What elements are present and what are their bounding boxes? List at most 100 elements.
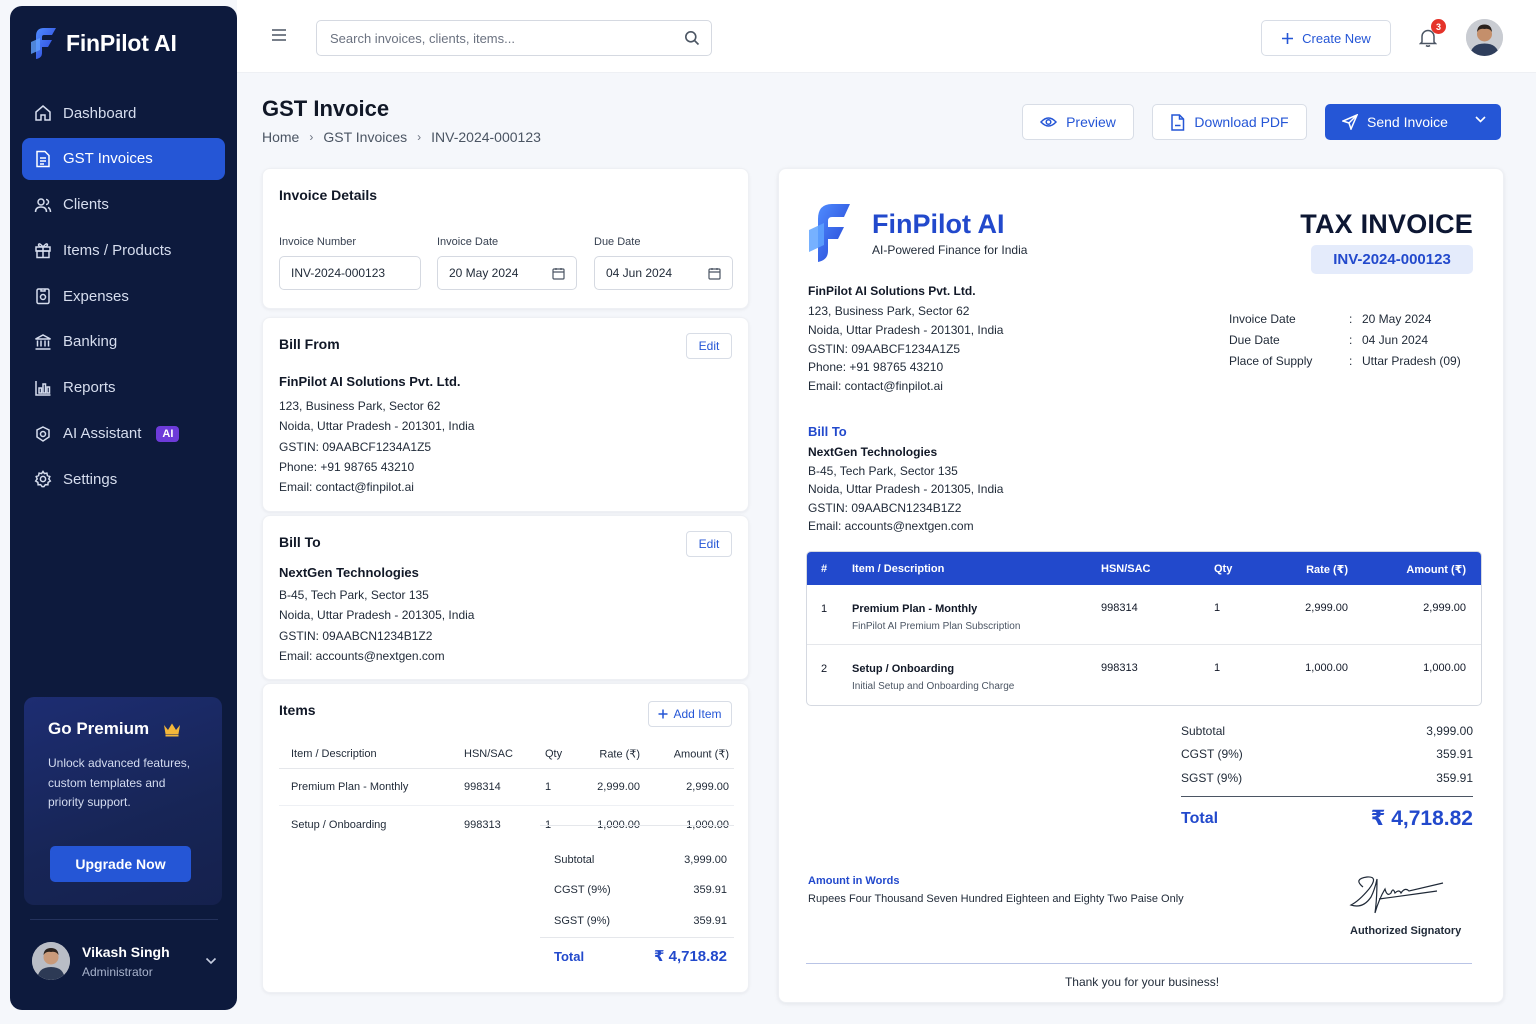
breadcrumb-home[interactable]: Home: [262, 129, 299, 145]
subtotal-value: 3,999.00: [1426, 724, 1473, 738]
brand[interactable]: FinPilot AI: [30, 26, 177, 60]
create-new-button[interactable]: Create New: [1261, 20, 1391, 56]
sidebar-divider: [30, 919, 218, 920]
row-number: 2: [821, 663, 828, 675]
avatar: [32, 942, 70, 980]
calendar-icon[interactable]: [552, 267, 565, 280]
total-label: Total: [554, 949, 585, 964]
premium-title-row: Go Premium: [48, 719, 198, 739]
avatar[interactable]: [1466, 19, 1503, 56]
invoice-brand-name: FinPilot AI: [872, 209, 1005, 239]
meta-value: 20 May 2024: [1362, 312, 1432, 326]
gift-box-icon: [33, 241, 52, 260]
premium-text: Unlock advanced features, custom templat…: [48, 756, 191, 809]
table-row[interactable]: Premium Plan - Monthly 998314 1 2,999.00…: [279, 769, 734, 806]
sidebar: FinPilot AI Dashboard GST Invoices Clien…: [10, 6, 237, 1010]
search-icon[interactable]: [684, 30, 700, 46]
column-header: HSN/SAC: [464, 747, 513, 760]
due-date-value: 04 Jun 2024: [606, 266, 673, 280]
add-item-label: Add Item: [673, 707, 722, 721]
create-new-label: Create New: [1302, 30, 1371, 46]
address-line: Noida, Uttar Pradesh - 201305, India: [808, 482, 1004, 497]
sidebar-item-label: Banking: [63, 333, 118, 351]
plus-icon: [658, 709, 668, 719]
add-item-button[interactable]: Add Item: [648, 701, 732, 727]
send-icon: [1342, 114, 1358, 130]
calendar-icon[interactable]: [708, 267, 721, 280]
invoice-items-table: # Item / Description HSN/SAC Qty Rate (₹…: [806, 551, 1482, 706]
gstin-line: GSTIN: 09AABCF1234A1Z5: [279, 439, 432, 454]
invoice-preview: FinPilot AI AI-Powered Finance for India…: [778, 168, 1504, 1003]
sidebar-item-items-products[interactable]: Items / Products: [22, 229, 225, 271]
sidebar-item-clients[interactable]: Clients: [22, 184, 225, 226]
email-line: Email: contact@finpilot.ai: [808, 379, 943, 394]
ai-brain-icon: [33, 424, 52, 443]
upgrade-now-button[interactable]: Upgrade Now: [50, 846, 191, 882]
address-line: B-45, Tech Park, Sector 135: [279, 588, 429, 602]
edit-bill-from-button[interactable]: Edit: [686, 333, 732, 359]
sgst-value: 359.91: [1436, 771, 1473, 785]
meta-key: Invoice Date: [1229, 312, 1296, 326]
breadcrumb: Home › GST Invoices › INV-2024-000123: [262, 129, 541, 145]
sidebar-item-banking[interactable]: Banking: [22, 321, 225, 363]
sidebar-item-settings[interactable]: Settings: [22, 458, 225, 500]
chevron-right-icon: ›: [309, 130, 314, 144]
bill-from-name: FinPilot AI Solutions Pvt. Ltd.: [279, 374, 461, 389]
send-invoice-button[interactable]: Send Invoice: [1325, 104, 1501, 140]
meta-row: Invoice Date:20 May 2024: [1229, 309, 1461, 330]
address-line: Noida, Uttar Pradesh - 201305, India: [279, 608, 475, 623]
sidebar-item-reports[interactable]: Reports: [22, 367, 225, 409]
invoice-number-field[interactable]: INV-2024-000123: [279, 256, 421, 290]
eye-icon: [1040, 116, 1058, 128]
topbar: Create New 3: [237, 0, 1536, 73]
address-line: B-45, Tech Park, Sector 135: [808, 464, 958, 478]
item-rate: 2,999.00: [1305, 602, 1348, 614]
finpilot-logo-icon: [30, 26, 58, 60]
finpilot-logo-icon: [808, 201, 852, 263]
chevron-right-icon: ›: [417, 130, 422, 144]
meta-key: Place of Supply: [1229, 354, 1313, 368]
item-qty: 1: [1214, 602, 1221, 614]
sidebar-item-gst-invoices[interactable]: GST Invoices: [22, 137, 225, 180]
invoice-date-field[interactable]: 20 May 2024: [437, 256, 577, 290]
table-header: # Item / Description HSN/SAC Qty Rate (₹…: [807, 552, 1481, 585]
edit-bill-to-button[interactable]: Edit: [686, 531, 732, 557]
users-icon: [33, 195, 52, 214]
sidebar-item-label: Dashboard: [63, 104, 137, 122]
search-box: [316, 20, 712, 56]
sidebar-item-dashboard[interactable]: Dashboard: [22, 92, 225, 134]
search-input[interactable]: [317, 21, 657, 55]
item-rate: 2,999.00: [597, 781, 640, 793]
item-name: Setup / Onboarding: [852, 663, 955, 675]
sidebar-nav: Dashboard GST Invoices Clients Items / P…: [22, 92, 225, 504]
email-line: Email: accounts@nextgen.com: [808, 519, 974, 534]
premium-card: Go Premium Unlock advanced features, cus…: [24, 697, 222, 905]
user-profile[interactable]: Vikash Singh Administrator: [32, 942, 217, 980]
bill-from-card: Bill From Edit FinPilot AI Solutions Pvt…: [262, 317, 749, 512]
sidebar-item-label: GST Invoices: [63, 150, 153, 168]
cgst-value: 359.91: [1436, 747, 1473, 761]
items-card: Items Add Item Item / Description HSN/SA…: [262, 683, 749, 993]
due-date-field[interactable]: 04 Jun 2024: [594, 256, 733, 290]
column-header: #: [821, 563, 828, 575]
chevron-down-icon[interactable]: [205, 957, 217, 965]
preview-button[interactable]: Preview: [1022, 104, 1134, 140]
sidebar-item-ai-assistant[interactable]: AI Assistant AI: [22, 413, 225, 455]
menu-icon[interactable]: [271, 28, 287, 42]
item-rate: 1,000.00: [1305, 662, 1348, 674]
item-hsn: 998313: [1101, 662, 1138, 674]
item-amount: 2,999.00: [686, 781, 729, 793]
meta-row: Due Date:04 Jun 2024: [1229, 330, 1461, 351]
item-amount: 2,999.00: [1423, 602, 1466, 614]
bar-chart-icon: [33, 378, 52, 397]
item-hsn: 998314: [1101, 602, 1138, 614]
footer-divider: [806, 963, 1472, 964]
breadcrumb-gst-invoices[interactable]: GST Invoices: [323, 129, 407, 145]
notification-badge: 3: [1431, 19, 1446, 34]
email-line: Email: contact@finpilot.ai: [279, 480, 414, 495]
download-pdf-button[interactable]: Download PDF: [1152, 104, 1307, 140]
sidebar-item-expenses[interactable]: Expenses: [22, 275, 225, 317]
invoice-number-badge: INV-2024-000123: [1311, 245, 1473, 274]
item-description: Initial Setup and Onboarding Charge: [852, 681, 1015, 692]
chevron-down-icon[interactable]: [1475, 116, 1486, 123]
